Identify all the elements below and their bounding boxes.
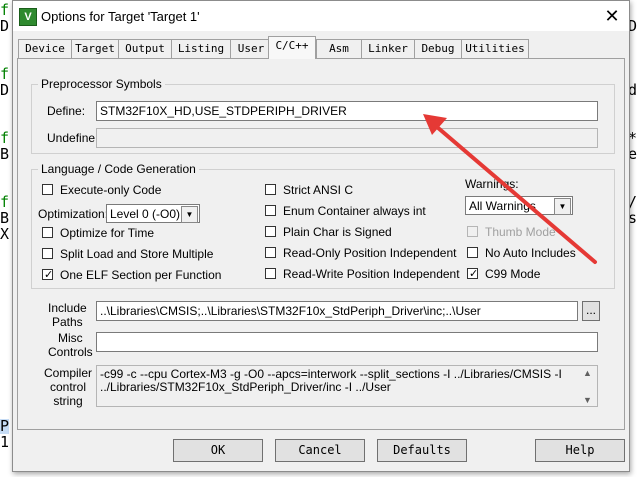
tab-c-cpp[interactable]: C/C++	[268, 36, 316, 59]
annotation-arrow	[423, 114, 597, 264]
